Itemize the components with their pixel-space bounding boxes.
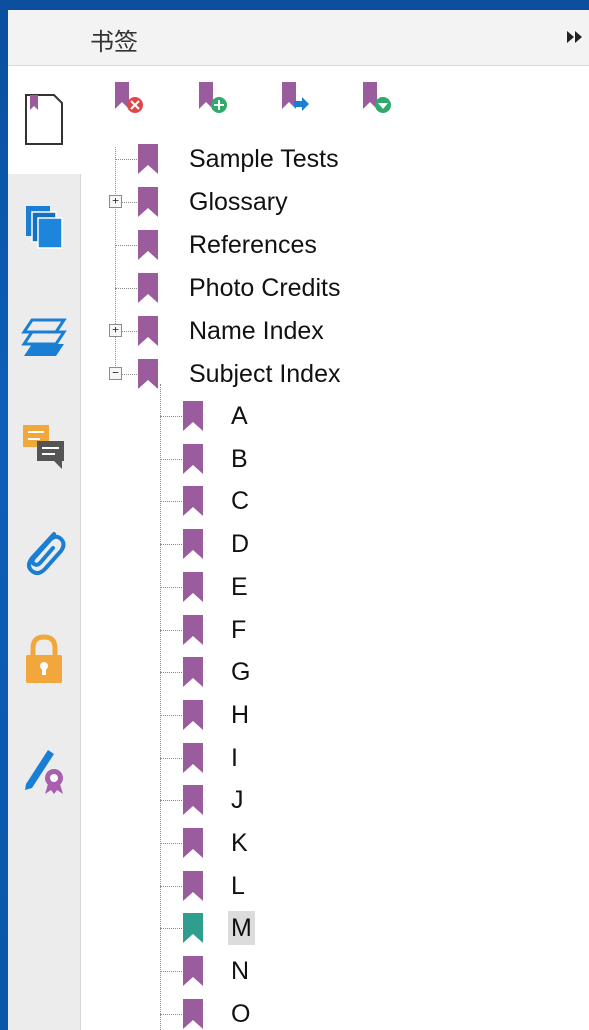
bookmark-label[interactable]: N: [228, 954, 252, 988]
bookmark-icon: [182, 742, 204, 774]
side-rail: [8, 66, 81, 1030]
page-thumbnail-icon[interactable]: [16, 90, 72, 150]
bookmark-icon: [137, 315, 159, 347]
attachment-icon[interactable]: [16, 522, 72, 582]
delete-bookmark-icon[interactable]: [108, 78, 148, 118]
bookmark-label[interactable]: F: [228, 613, 249, 647]
bookmark-icon: [182, 614, 204, 646]
tree-connector: [160, 544, 182, 546]
bookmark-label[interactable]: Name Index: [186, 314, 327, 348]
bookmark-icon: [182, 784, 204, 816]
panel-header: 书签: [8, 10, 589, 66]
tree-connector: [160, 843, 182, 844]
bookmark-label[interactable]: A: [228, 399, 251, 433]
bookmarks-panel: 书签 Sample Tests + Glossary References Ph…: [8, 10, 589, 1030]
security-lock-icon[interactable]: [16, 630, 72, 690]
tree-connector: [160, 757, 182, 759]
bookmark-label[interactable]: Glossary: [186, 185, 291, 219]
bookmark-icon: [182, 656, 204, 688]
expand-bookmark-icon[interactable]: [356, 78, 396, 118]
bookmark-tree-area: Sample Tests + Glossary References Photo Cre…: [82, 66, 589, 1030]
bookmark-label[interactable]: I: [228, 741, 241, 775]
bookmark-icon: [182, 827, 204, 859]
expand-toggle[interactable]: +: [109, 195, 122, 208]
tree-connector: [115, 245, 137, 246]
bookmark-icon: [137, 229, 159, 261]
bookmark-icon: [182, 998, 204, 1030]
bookmark-icon: [137, 272, 159, 304]
bookmark-label[interactable]: C: [228, 484, 252, 518]
tree-connector: [160, 928, 182, 930]
bookmark-label-selected[interactable]: M: [228, 911, 255, 946]
bookmark-label[interactable]: H: [228, 698, 252, 732]
bookmark-label[interactable]: B: [228, 442, 251, 476]
signature-icon[interactable]: [16, 738, 72, 798]
layers-icon[interactable]: [16, 308, 72, 368]
bookmark-label[interactable]: K: [228, 826, 251, 860]
tree-connector: [160, 416, 182, 417]
bookmark-label[interactable]: J: [228, 783, 247, 817]
bookmark-icon: [182, 955, 204, 987]
add-bookmark-icon[interactable]: [192, 78, 232, 118]
tree-connector: [160, 629, 182, 631]
tree-connector: [160, 800, 182, 802]
bookmark-icon: [182, 912, 204, 944]
bookmark-icon: [182, 571, 204, 603]
expand-toggle[interactable]: +: [109, 324, 122, 337]
comments-icon[interactable]: [16, 416, 72, 476]
copies-icon[interactable]: [16, 196, 72, 256]
tree-connector: [160, 672, 182, 674]
tree-connector: [115, 147, 116, 374]
bookmark-label[interactable]: O: [228, 997, 253, 1030]
tree-connector: [115, 159, 137, 160]
tree-connector: [160, 458, 182, 460]
tree-connector: [160, 714, 182, 716]
bookmark-icon: [182, 870, 204, 902]
tree-connector: [160, 501, 182, 503]
expand-toggle[interactable]: −: [109, 367, 122, 380]
move-bookmark-icon[interactable]: [275, 78, 315, 118]
bookmark-icon: [137, 143, 159, 175]
tree-connector: [160, 971, 182, 973]
bookmark-label[interactable]: Photo Credits: [186, 271, 343, 305]
bookmark-label[interactable]: Subject Index: [186, 357, 344, 391]
bookmark-icon: [182, 699, 204, 731]
bookmark-label[interactable]: References: [186, 228, 320, 262]
bookmark-label[interactable]: L: [228, 869, 248, 903]
tree-connector: [160, 586, 182, 588]
bookmark-icon: [182, 443, 204, 475]
tree-connector: [160, 384, 161, 1030]
bookmark-label[interactable]: G: [228, 655, 253, 689]
bookmark-icon: [137, 186, 159, 218]
bookmark-label[interactable]: E: [228, 570, 251, 604]
bookmark-label[interactable]: Sample Tests: [186, 142, 342, 176]
bookmark-icon: [182, 400, 204, 432]
bookmark-icon: [182, 528, 204, 560]
bookmark-icon: [182, 485, 204, 517]
tree-connector: [160, 1013, 182, 1015]
tree-connector: [115, 288, 137, 289]
tree-connector: [160, 885, 182, 887]
double-chevron-right-icon[interactable]: [565, 26, 585, 48]
bookmark-label[interactable]: D: [228, 527, 252, 561]
panel-title: 书签: [90, 28, 138, 56]
bookmark-icon: [137, 358, 159, 390]
